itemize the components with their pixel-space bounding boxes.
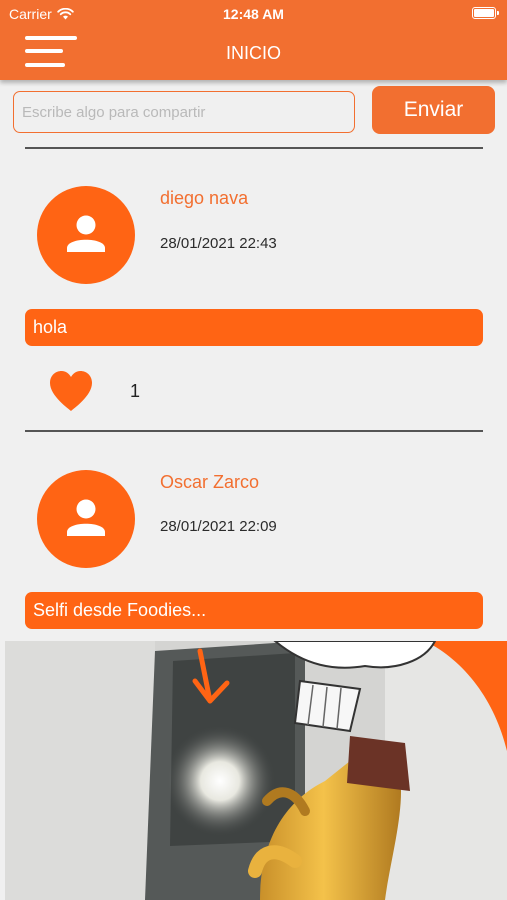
battery-icon [472, 7, 499, 19]
post-text: hola [25, 309, 483, 346]
user-icon [67, 215, 105, 252]
like-count: 1 [130, 381, 141, 401]
post-photo-illustration [5, 641, 507, 900]
divider [25, 147, 483, 149]
heart-icon[interactable] [49, 370, 93, 412]
post-date: 28/01/2021 22:09 [160, 518, 277, 535]
post-photo[interactable] [5, 641, 507, 900]
post-text: Selfi desde Foodies... [25, 592, 483, 629]
post-author[interactable]: Oscar Zarco [160, 472, 259, 493]
avatar[interactable] [37, 186, 135, 284]
send-button[interactable]: Enviar [372, 86, 495, 134]
divider [25, 430, 483, 432]
post-date: 28/01/2021 22:43 [160, 235, 277, 252]
page-title: INICIO [225, 43, 281, 63]
user-icon [67, 499, 105, 536]
post-author[interactable]: diego nava [160, 188, 248, 209]
compose-input[interactable] [13, 91, 355, 133]
top-bar: Carrier 12:48 AM INICIO [0, 0, 507, 80]
status-time: 12:48 AM [223, 6, 284, 22]
avatar[interactable] [37, 470, 135, 568]
